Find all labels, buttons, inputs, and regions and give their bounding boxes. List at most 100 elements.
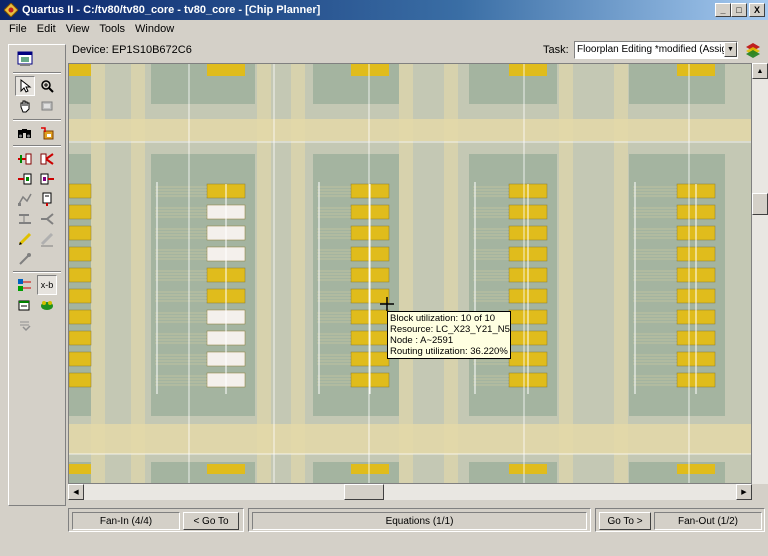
routing-channel bbox=[444, 64, 458, 483]
logic-cell bbox=[509, 64, 547, 76]
task-label: Task: bbox=[543, 44, 569, 56]
logic-cell bbox=[509, 464, 547, 474]
logic-cell bbox=[207, 64, 245, 76]
tooltip-block-utilization: Block utilization: 10 of 10 bbox=[390, 313, 496, 324]
fan-in-label: Fan-In (4/4) bbox=[99, 515, 153, 527]
maximize-button[interactable]: □ bbox=[731, 3, 747, 17]
immediate-fan-in-icon[interactable] bbox=[15, 169, 35, 189]
menu-view[interactable]: View bbox=[61, 23, 95, 35]
logic-cell bbox=[69, 372, 92, 388]
tooltip-resource: Resource: LC_X23_Y21_N5 bbox=[390, 324, 510, 335]
resource-tooltip: Block utilization: 10 of 10 Resource: LC… bbox=[387, 311, 511, 359]
logic-cell bbox=[351, 464, 389, 474]
fan-out-group: Go To > Fan-Out (1/2) bbox=[595, 508, 765, 532]
title-bar: Quartus II - C:/tv80/tv80_core - tv80_co… bbox=[0, 0, 768, 20]
routing-channel bbox=[131, 64, 145, 483]
xor-label-icon[interactable]: x-b bbox=[37, 275, 57, 295]
logic-cell bbox=[69, 64, 91, 76]
minimize-button[interactable]: _ bbox=[715, 3, 731, 17]
critical-path-icon[interactable] bbox=[37, 295, 57, 315]
fan-out-label: Fan-Out (1/2) bbox=[677, 515, 739, 527]
zoom-icon[interactable] bbox=[37, 76, 57, 96]
tooltip-routing-utilization: Routing utilization: 36.220% bbox=[390, 346, 508, 357]
logic-cell bbox=[69, 464, 91, 474]
routing-channel bbox=[91, 64, 105, 483]
hand-icon[interactable] bbox=[15, 96, 35, 116]
logic-cell bbox=[69, 246, 92, 262]
fan-out-icon[interactable] bbox=[37, 149, 57, 169]
horizontal-scrollbar[interactable]: ◀ ▶ bbox=[68, 484, 752, 500]
go-to-right-button[interactable]: Go To > bbox=[599, 512, 651, 530]
go-to-left-button[interactable]: < Go To bbox=[183, 512, 239, 530]
immediate-fan-out-icon[interactable] bbox=[37, 169, 57, 189]
logic-cell bbox=[69, 330, 92, 346]
assignment-icon[interactable] bbox=[37, 123, 57, 143]
pencil-icon[interactable] bbox=[15, 229, 35, 249]
routing-channel bbox=[257, 64, 271, 483]
horizontal-scroll-thumb[interactable] bbox=[344, 484, 384, 500]
vertical-scrollbar[interactable]: ▲ bbox=[752, 63, 768, 484]
eyedropper-icon[interactable] bbox=[15, 249, 35, 269]
device-label: Device: EP1S10B672C6 bbox=[72, 44, 192, 56]
floorplan-view[interactable] bbox=[69, 64, 752, 484]
status-bar bbox=[0, 536, 768, 556]
generate-fan-in-icon[interactable] bbox=[15, 209, 35, 229]
routing-channel bbox=[291, 64, 305, 483]
layers-icon[interactable] bbox=[744, 41, 762, 59]
device-task-bar: Device: EP1S10B672C6 Task: Floorplan Edi… bbox=[68, 40, 768, 62]
menu-tools[interactable]: Tools bbox=[94, 23, 130, 35]
logic-cell bbox=[207, 464, 245, 474]
chip-planner-canvas[interactable] bbox=[68, 63, 752, 484]
generate-fan-out-icon[interactable] bbox=[37, 209, 57, 229]
scroll-right-icon[interactable]: ▶ bbox=[736, 484, 752, 500]
task-dropdown-value: Floorplan Editing *modified (Assignm bbox=[577, 44, 738, 55]
equations-group: Equations (1/1) bbox=[248, 508, 591, 532]
scroll-left-icon[interactable]: ◀ bbox=[68, 484, 84, 500]
tooltip-node: Node : A~2591 bbox=[390, 335, 454, 346]
menu-window[interactable]: Window bbox=[130, 23, 179, 35]
logic-cell bbox=[69, 267, 92, 283]
logic-cell bbox=[69, 351, 92, 367]
logic-cell bbox=[677, 64, 715, 76]
fan-out-field[interactable]: Fan-Out (1/2) bbox=[654, 512, 762, 530]
logic-cell bbox=[69, 225, 92, 241]
window-title: Quartus II - C:/tv80/tv80_core - tv80_co… bbox=[22, 4, 321, 16]
logic-cell bbox=[677, 464, 715, 474]
connections-icon[interactable] bbox=[15, 275, 35, 295]
fan-in-field[interactable]: Fan-In (4/4) bbox=[72, 512, 180, 530]
quartus-app-icon bbox=[4, 3, 18, 17]
delay-icon[interactable] bbox=[37, 189, 57, 209]
scrollbar-corner bbox=[752, 484, 768, 500]
logic-cell bbox=[69, 204, 92, 220]
logic-cell bbox=[69, 309, 92, 325]
vertical-scroll-thumb[interactable] bbox=[752, 193, 768, 215]
chip-planner-icon[interactable] bbox=[15, 49, 35, 69]
logic-cell bbox=[69, 183, 92, 199]
equations-label: Equations (1/1) bbox=[385, 515, 454, 527]
menu-file[interactable]: File bbox=[4, 23, 32, 35]
rectangle-select-icon[interactable] bbox=[37, 96, 57, 116]
menu-bar: File Edit View Tools Window bbox=[0, 20, 768, 38]
chevron-down-icon[interactable]: ▼ bbox=[724, 42, 737, 57]
scroll-up-icon[interactable]: ▲ bbox=[752, 63, 768, 79]
layers-settings-icon[interactable] bbox=[15, 295, 35, 315]
equations-field[interactable]: Equations (1/1) bbox=[252, 512, 587, 530]
fan-in-group: Fan-In (4/4) < Go To bbox=[68, 508, 244, 532]
fan-in-icon[interactable] bbox=[15, 149, 35, 169]
close-button[interactable]: X bbox=[749, 3, 765, 17]
menu-edit[interactable]: Edit bbox=[32, 23, 61, 35]
logic-cell bbox=[351, 64, 389, 76]
path-icon[interactable] bbox=[15, 189, 35, 209]
find-icon[interactable] bbox=[15, 123, 35, 143]
routing-channel bbox=[614, 64, 628, 483]
chip-planner-toolbar: x-b bbox=[8, 44, 66, 506]
routing-channel bbox=[399, 64, 413, 483]
routing-channel bbox=[559, 64, 573, 483]
equation-icon[interactable] bbox=[15, 315, 35, 335]
x-label-text: x-b bbox=[40, 280, 54, 290]
logic-cell bbox=[69, 288, 92, 304]
connectivity-panel: Fan-In (4/4) < Go To Equations (1/1) Go … bbox=[68, 504, 768, 534]
select-arrow-icon[interactable] bbox=[15, 76, 35, 96]
task-dropdown[interactable]: Floorplan Editing *modified (Assignm bbox=[574, 41, 738, 59]
eraser-pencil-icon[interactable] bbox=[37, 229, 57, 249]
